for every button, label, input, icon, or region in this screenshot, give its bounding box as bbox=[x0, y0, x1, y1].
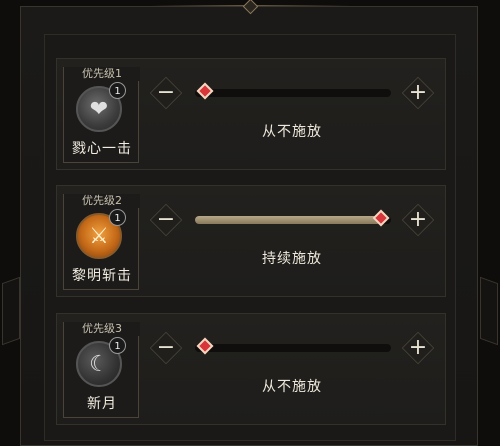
priority-label: 优先级1 bbox=[64, 67, 140, 81]
decrease-button[interactable]: − bbox=[152, 206, 180, 234]
slider-knob[interactable] bbox=[196, 82, 214, 100]
skill-slot-1[interactable]: 优先级1 ❤ 1 戮心一击 bbox=[63, 67, 140, 163]
skill-slot-3[interactable]: 优先级3 ☾ 1 新月 bbox=[63, 322, 140, 418]
cast-frequency-slider[interactable] bbox=[195, 82, 391, 100]
increase-button[interactable]: + bbox=[404, 79, 432, 107]
minus-icon: − bbox=[156, 207, 176, 232]
skill-name: 戮心一击 bbox=[72, 141, 132, 157]
skill-count-badge: 1 bbox=[109, 82, 126, 99]
minus-icon: − bbox=[156, 80, 176, 105]
cast-frequency-slider[interactable] bbox=[195, 337, 391, 355]
skill-name: 黎明斩击 bbox=[72, 268, 132, 284]
skill-row-3: 优先级3 ☾ 1 新月 − + 从不施放 bbox=[56, 313, 446, 425]
increase-button[interactable]: + bbox=[404, 206, 432, 234]
priority-label: 优先级3 bbox=[64, 322, 140, 336]
decrease-button[interactable]: − bbox=[152, 79, 180, 107]
skill-count-badge: 1 bbox=[109, 337, 126, 354]
decrease-button[interactable]: − bbox=[152, 334, 180, 362]
plus-icon: + bbox=[408, 335, 428, 360]
slider-knob[interactable] bbox=[196, 337, 214, 355]
left-side-ornament bbox=[2, 276, 20, 346]
skill-name: 新月 bbox=[87, 396, 117, 412]
plus-icon: + bbox=[408, 80, 428, 105]
plus-icon: + bbox=[408, 207, 428, 232]
minus-icon: − bbox=[156, 335, 176, 360]
cast-status-text: 从不施放 bbox=[262, 379, 322, 395]
slider-fill bbox=[195, 216, 381, 224]
skill-row-1: 优先级1 ❤ 1 戮心一击 − + 从不施放 bbox=[56, 58, 446, 170]
skill-row-2: 优先级2 ⚔ 1 黎明斩击 − + 持续施放 bbox=[56, 185, 446, 297]
right-side-ornament bbox=[480, 276, 498, 346]
skill-slot-2[interactable]: 优先级2 ⚔ 1 黎明斩击 bbox=[63, 194, 140, 290]
skill-count-badge: 1 bbox=[109, 209, 126, 226]
cast-status-text: 从不施放 bbox=[262, 124, 322, 140]
cast-frequency-slider[interactable] bbox=[195, 209, 391, 227]
priority-label: 优先级2 bbox=[64, 194, 140, 208]
cast-status-text: 持续施放 bbox=[262, 251, 322, 267]
increase-button[interactable]: + bbox=[404, 334, 432, 362]
